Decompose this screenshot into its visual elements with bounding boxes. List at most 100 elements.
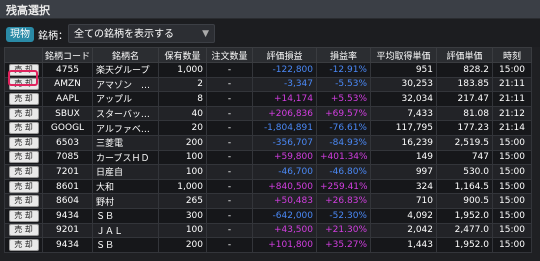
order-qty: - <box>206 178 253 195</box>
stock-code: AMZN <box>42 76 93 93</box>
eval-pl: +206,836 <box>252 105 317 122</box>
time: 15:00 <box>492 193 532 209</box>
pl-rate: -5.53% <box>316 76 371 93</box>
avg-cost: 16,239 <box>370 134 437 151</box>
stock-name: ＪＡＬ <box>92 222 159 239</box>
pl-rate: -84.93% <box>316 134 371 151</box>
stock-code: SBUX <box>42 105 93 122</box>
eval-price: 1,952.0 <box>436 207 493 224</box>
avg-cost: 117,795 <box>370 120 437 136</box>
time: 15:00 <box>492 222 532 239</box>
time: 21:12 <box>492 105 532 122</box>
pl-rate: -12.91% <box>316 62 371 78</box>
pl-rate: +259.41% <box>316 178 371 195</box>
sell-cell: 売 却 <box>4 91 43 107</box>
stock-name: 大和 <box>92 178 159 195</box>
sell-cell: 売 却 <box>4 207 43 224</box>
eval-pl: -1,804,891 <box>252 120 317 136</box>
table-row[interactable]: 売 却 8601 大和 1,000- +840,500 +259.41% 324 1,164.… <box>4 178 532 195</box>
col-rate-header: 損益率 <box>316 47 371 63</box>
stock-code: 4755 <box>42 62 93 78</box>
filter-label: 銘柄： <box>38 31 68 42</box>
stock-name: ＳＢ <box>92 237 159 253</box>
sell-button[interactable]: 売 却 <box>8 180 39 193</box>
sell-button[interactable]: 売 却 <box>8 136 39 149</box>
sell-button[interactable]: 売 却 <box>8 224 39 237</box>
eval-pl: -46,700 <box>252 164 317 180</box>
order-qty: - <box>206 149 253 166</box>
stock-name: アップル <box>92 91 159 107</box>
pl-rate: -46.80% <box>316 164 371 180</box>
stock-code: 8601 <box>42 178 93 195</box>
col-eval-header: 評価単価 <box>436 47 493 63</box>
sell-cell: 売 却 <box>4 237 43 253</box>
time: 15:00 <box>492 207 532 224</box>
eval-price: 81.08 <box>436 105 493 122</box>
stock-filter-select[interactable]: 全ての銘柄を表示する ▼ <box>68 24 215 43</box>
avg-cost: 2,042 <box>370 222 437 239</box>
eval-price: 2,519.5 <box>436 134 493 151</box>
eval-price: 1,952.0 <box>436 237 493 253</box>
eval-price: 828.2 <box>436 62 493 78</box>
table-row[interactable]: 売 却 AAPL アップル 8- +14,174 +5.53% 32,034 217.47 21… <box>4 91 532 107</box>
stock-name: 楽天グループ <box>92 62 159 78</box>
table-body: 売 却 4755 楽天グループ 1,000- -122,800 -12.91% 951 828… <box>4 62 532 253</box>
sell-button[interactable]: 売 却 <box>8 195 39 208</box>
table-row[interactable]: 売 却 7085 カーブスＨＤ 100- +59,800 +401.34% 149 747 15… <box>4 149 532 166</box>
avg-cost: 324 <box>370 178 437 195</box>
table-row[interactable]: 売 却 9434 ＳＢ 200- +101,800 +35.27% 1,443 1,952.0… <box>4 237 532 253</box>
table-row[interactable]: 売 却 6503 三菱電 200- -356,707 -84.93% 16,239 2,519… <box>4 134 532 151</box>
avg-cost: 951 <box>370 62 437 78</box>
holdings-table: 銘柄コード 銘柄名 保有数量 注文数量 評価損益 損益率 平均取得単価 評価単価 時刻 売 却4… <box>4 47 532 253</box>
sell-button[interactable]: 売 却 <box>8 209 39 222</box>
table-row[interactable]: 売 却 9201 ＪＡＬ 100- +43,500 +21.30% 2,042 2,477.0… <box>4 222 532 239</box>
pl-rate: +5.53% <box>316 91 371 107</box>
sell-button[interactable]: 売 却 <box>8 107 39 120</box>
order-qty: - <box>206 91 253 107</box>
sell-button[interactable]: 売 却 <box>8 92 39 105</box>
pl-rate: +21.30% <box>316 222 371 239</box>
stock-name: 三菱電 <box>92 134 159 151</box>
sell-button[interactable]: 売 却 <box>8 151 39 164</box>
avg-cost: 4,092 <box>370 207 437 224</box>
table-row[interactable]: 売 却 8604 野村 265- +50,483 +26.83% 710 900.5 15:00 <box>4 193 532 209</box>
order-qty: - <box>206 105 253 122</box>
sell-button[interactable]: 売 却 <box>8 165 39 178</box>
stock-name: ＳＢ <box>92 207 159 224</box>
holding-qty: 100 <box>158 164 207 180</box>
holding-qty: 300 <box>158 207 207 224</box>
eval-pl: -122,800 <box>252 62 317 78</box>
title-bar: 残高選択 <box>0 0 540 19</box>
table-row[interactable]: 売 却 9434 ＳＢ 300- -642,000 -52.30% 4,092 1,952.0… <box>4 207 532 224</box>
stock-code: 6503 <box>42 134 93 151</box>
eval-pl: +50,483 <box>252 193 317 209</box>
col-sell-header <box>4 47 43 63</box>
eval-price: 217.47 <box>436 91 493 107</box>
holding-qty: 265 <box>158 193 207 209</box>
time: 15:00 <box>492 62 532 78</box>
time: 21:14 <box>492 120 532 136</box>
table-row[interactable]: 売 却 AMZN アマゾン … 2- -3,347 -5.53% 30,253 183.85 2… <box>4 76 532 93</box>
order-qty: - <box>206 237 253 253</box>
stock-code: AAPL <box>42 91 93 107</box>
table-row[interactable]: 売 却 SBUX スターバッ… 40- +206,836 +69.57% 7,433 81.0… <box>4 105 532 122</box>
eval-pl: +840,500 <box>252 178 317 195</box>
filter-selected-value: 全ての銘柄を表示する <box>74 29 174 40</box>
pl-rate: +401.34% <box>316 149 371 166</box>
col-order-header: 注文数量 <box>206 47 253 63</box>
pl-rate: +69.57% <box>316 105 371 122</box>
eval-price: 177.23 <box>436 120 493 136</box>
table-row[interactable]: 売 却 4755 楽天グループ 1,000- -122,800 -12.91% 951 828… <box>4 62 532 78</box>
pl-rate: -52.30% <box>316 207 371 224</box>
sell-button[interactable]: 売 却 <box>8 238 39 251</box>
table-row[interactable]: 売 却 GOOGL アルファベ… 20- -1,804,891 -76.61% 117,79… <box>4 120 532 136</box>
table-row[interactable]: 売 却 7201 日産自 100- -46,700 -46.80% 997 530.0 15:0… <box>4 164 532 180</box>
eval-price: 900.5 <box>436 193 493 209</box>
avg-cost: 149 <box>370 149 437 166</box>
stock-code: 9434 <box>42 207 93 224</box>
sell-button[interactable]: 売 却 <box>8 122 39 135</box>
holding-qty: 200 <box>158 237 207 253</box>
sell-cell: 売 却 <box>4 164 43 180</box>
table-header: 銘柄コード 銘柄名 保有数量 注文数量 評価損益 損益率 平均取得単価 評価単価 時刻 <box>4 47 532 63</box>
order-qty: - <box>206 222 253 239</box>
